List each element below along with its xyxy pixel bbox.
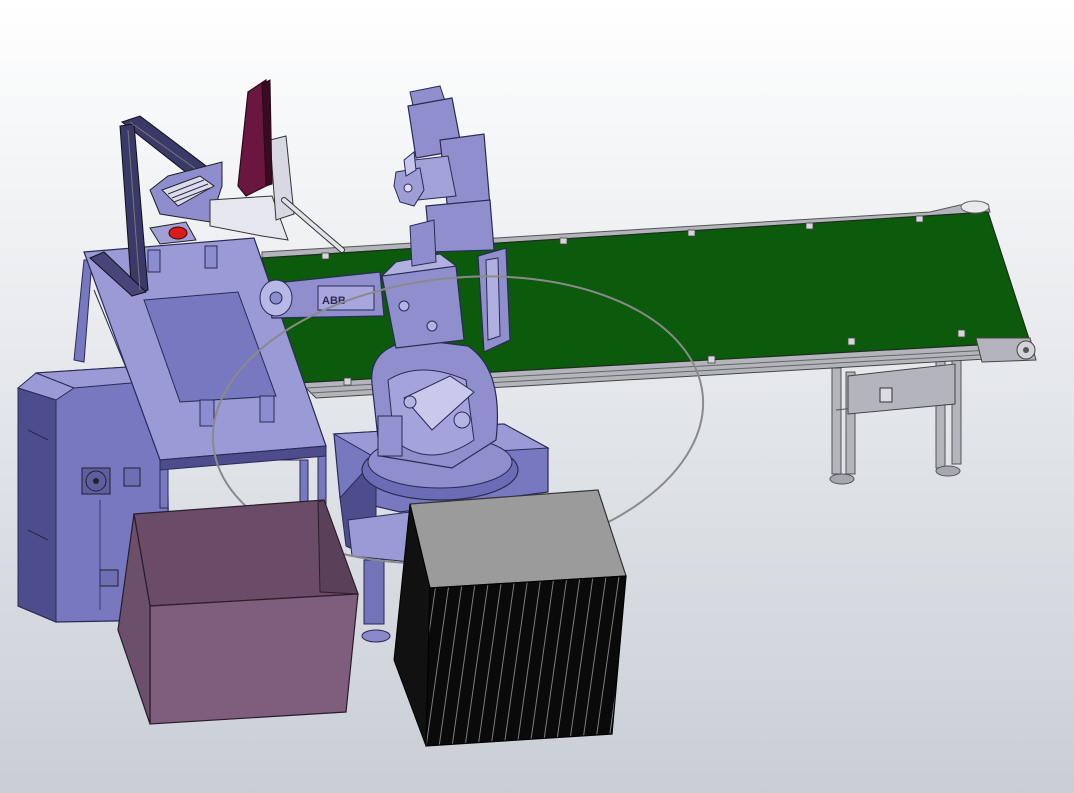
black-crate — [393, 489, 627, 747]
mouse — [168, 226, 188, 240]
cad-viewport: ABB — [0, 0, 1074, 793]
robot-workcell-3d-model: ABB — [0, 0, 1074, 793]
open-storage-box — [117, 499, 359, 725]
